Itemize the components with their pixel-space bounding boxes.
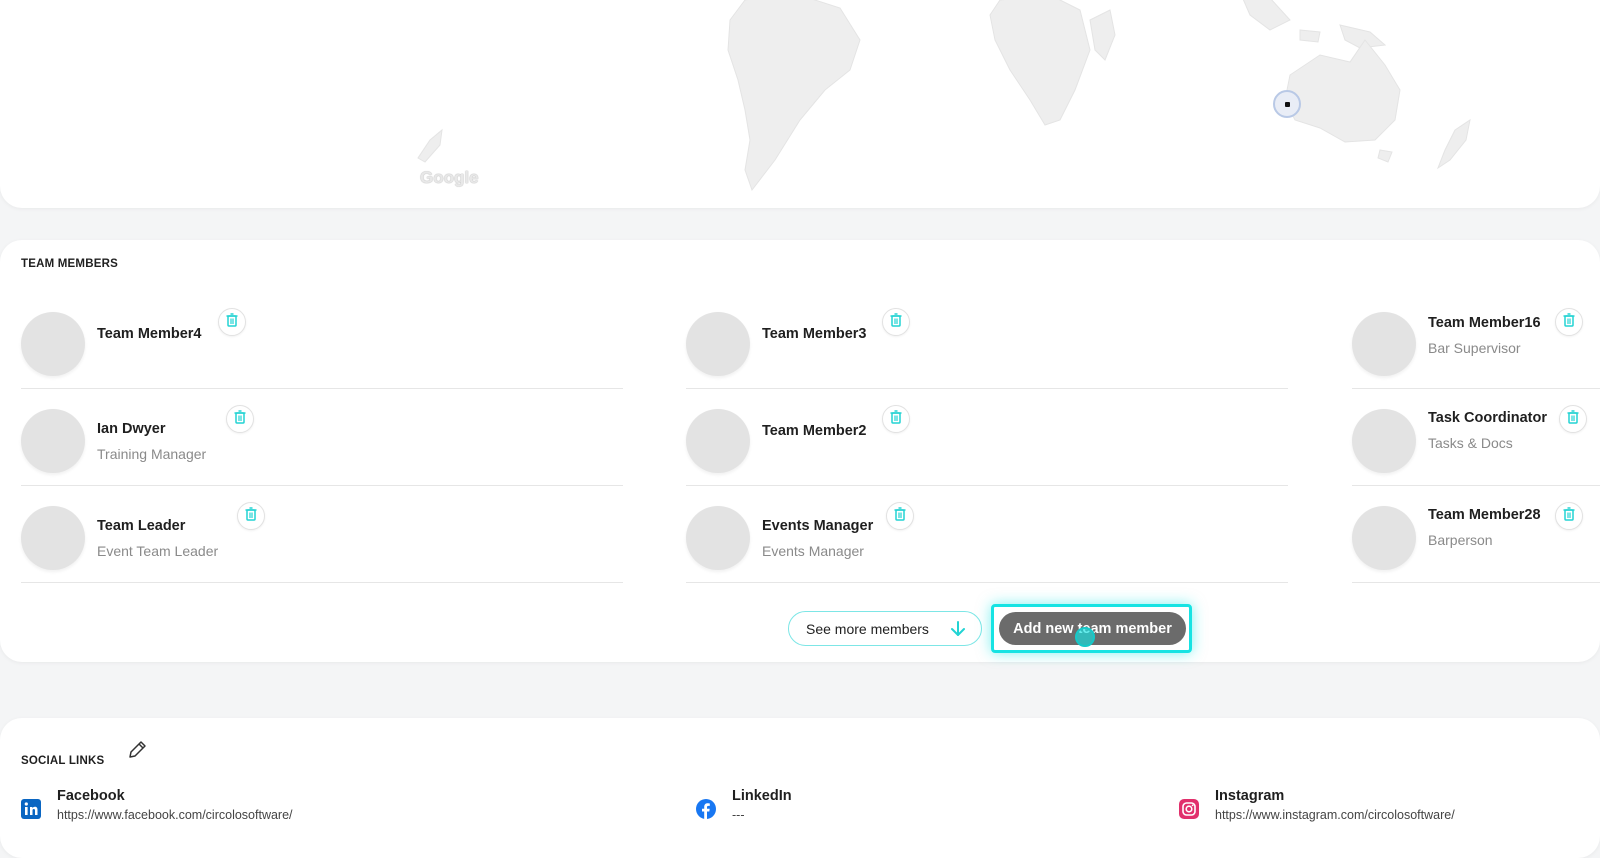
cursor-indicator xyxy=(1075,627,1095,647)
member-name: Team Member4 xyxy=(97,326,202,342)
trash-icon xyxy=(890,409,902,429)
google-logo: Google xyxy=(420,168,479,187)
delete-member-button[interactable] xyxy=(886,502,914,530)
social-links-card: SOCIAL LINKS Facebook https://www.facebo… xyxy=(0,718,1600,858)
arrow-down-icon xyxy=(949,620,967,641)
avatar xyxy=(1352,409,1416,473)
delete-member-button[interactable] xyxy=(1555,502,1583,530)
facebook-icon xyxy=(696,799,716,824)
member-name: Team Member28 xyxy=(1428,507,1541,523)
delete-member-button[interactable] xyxy=(237,502,265,530)
member-name: Team Member2 xyxy=(762,423,867,439)
social-url: --- xyxy=(732,808,745,822)
member-role: Event Team Leader xyxy=(97,543,219,559)
see-more-members-button[interactable]: See more members xyxy=(788,611,982,646)
avatar xyxy=(686,312,750,376)
avatar xyxy=(1352,312,1416,376)
team-member-row[interactable]: Team Member16 Bar Supervisor xyxy=(1352,292,1600,389)
team-members-title: TEAM MEMBERS xyxy=(21,258,118,270)
trash-icon xyxy=(234,409,246,429)
member-role: Barperson xyxy=(1428,532,1493,548)
map-location-marker[interactable] xyxy=(1273,90,1301,118)
trash-icon xyxy=(890,312,902,332)
member-name: Task Coordinator xyxy=(1428,410,1547,426)
avatar xyxy=(21,312,85,376)
member-role: Events Manager xyxy=(762,543,864,559)
team-member-row[interactable]: Team Member2 xyxy=(686,389,1288,486)
team-member-row[interactable]: Team Member4 xyxy=(21,292,623,389)
member-name: Team Member16 xyxy=(1428,315,1541,331)
member-role: Bar Supervisor xyxy=(1428,340,1521,356)
world-map[interactable] xyxy=(0,0,1600,208)
team-member-row[interactable]: Team Member28 Barperson xyxy=(1352,486,1600,583)
member-name: Ian Dwyer xyxy=(97,421,166,437)
social-label: Facebook xyxy=(57,788,125,804)
map-card: Google xyxy=(0,0,1600,208)
social-url: https://www.instagram.com/circolosoftwar… xyxy=(1215,808,1455,822)
social-url: https://www.facebook.com/circolosoftware… xyxy=(57,808,293,822)
avatar xyxy=(1352,506,1416,570)
avatar xyxy=(21,506,85,570)
linkedin-icon xyxy=(21,799,41,824)
trash-icon xyxy=(226,312,238,332)
delete-member-button[interactable] xyxy=(218,308,246,336)
avatar xyxy=(686,409,750,473)
member-name: Events Manager xyxy=(762,518,874,534)
pencil-icon[interactable] xyxy=(126,739,148,766)
trash-icon xyxy=(1563,506,1575,526)
avatar xyxy=(21,409,85,473)
member-role: Training Manager xyxy=(97,446,207,462)
trash-icon xyxy=(1563,312,1575,332)
member-role: Tasks & Docs xyxy=(1428,435,1513,451)
trash-icon xyxy=(1567,409,1579,429)
trash-icon xyxy=(245,506,257,526)
instagram-icon xyxy=(1179,799,1199,824)
delete-member-button[interactable] xyxy=(882,308,910,336)
team-member-row[interactable]: Team Leader Event Team Leader xyxy=(21,486,623,583)
delete-member-button[interactable] xyxy=(882,405,910,433)
team-member-row[interactable]: Events Manager Events Manager xyxy=(686,486,1288,583)
social-label: LinkedIn xyxy=(732,788,792,804)
team-member-row[interactable]: Ian Dwyer Training Manager xyxy=(21,389,623,486)
social-label: Instagram xyxy=(1215,788,1285,804)
see-more-label: See more members xyxy=(806,620,929,637)
member-name: Team Leader xyxy=(97,518,186,534)
team-member-row[interactable]: Task Coordinator Tasks & Docs xyxy=(1352,389,1600,486)
member-name: Team Member3 xyxy=(762,326,867,342)
delete-member-button[interactable] xyxy=(1555,308,1583,336)
team-member-row[interactable]: Team Member3 xyxy=(686,292,1288,389)
social-links-title: SOCIAL LINKS xyxy=(21,755,105,767)
avatar xyxy=(686,506,750,570)
delete-member-button[interactable] xyxy=(226,405,254,433)
team-members-card: TEAM MEMBERS Team Member4 Ian Dwyer Trai… xyxy=(0,240,1600,662)
delete-member-button[interactable] xyxy=(1559,405,1587,433)
trash-icon xyxy=(894,506,906,526)
